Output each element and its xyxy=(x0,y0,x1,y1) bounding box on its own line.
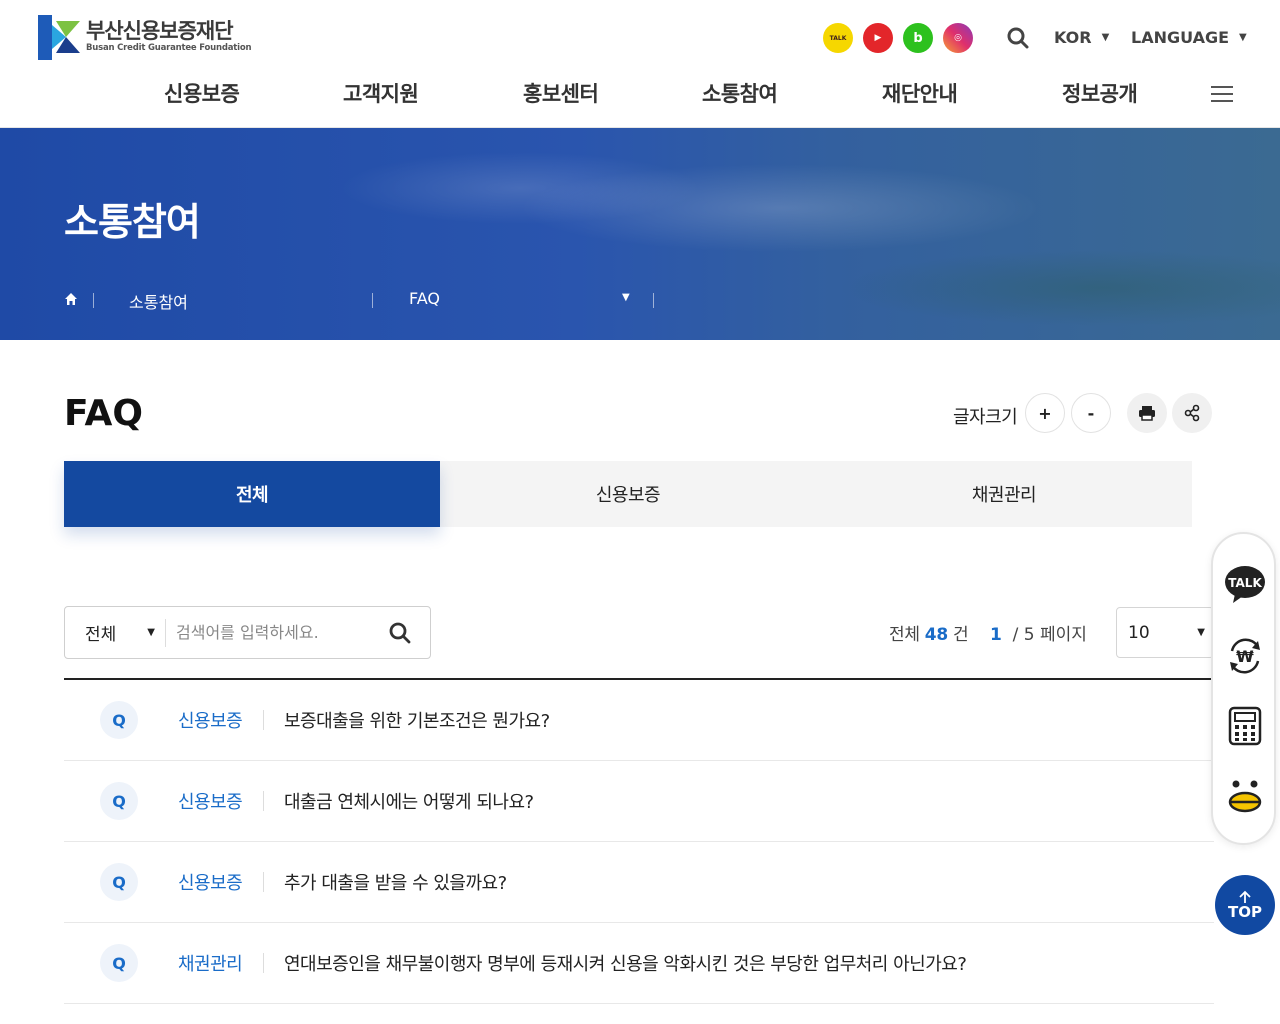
total-count-value: 48 xyxy=(924,625,948,645)
total-count-suffix: 건 xyxy=(952,625,969,645)
faq-category: 신용보증 xyxy=(178,711,243,732)
total-pages: / 5 페이지 xyxy=(1012,625,1087,645)
talk-label: TALK xyxy=(1228,576,1262,590)
svg-text:₩: ₩ xyxy=(1236,647,1254,666)
print-icon xyxy=(1139,406,1155,421)
faq-divider xyxy=(263,953,264,973)
total-count: 전체 48 건 xyxy=(889,620,969,645)
search-input[interactable] xyxy=(176,623,386,642)
breadcrumb-divider xyxy=(93,293,94,308)
page-title: FAQ xyxy=(64,393,143,434)
breadcrumb: 소통참여 FAQ ▼ xyxy=(0,288,1280,312)
search-icon[interactable] xyxy=(1006,26,1030,50)
faq-category: 채권관리 xyxy=(178,954,243,975)
arrow-up-icon xyxy=(1239,890,1251,903)
total-count-prefix: 전체 xyxy=(889,625,920,645)
search-category-select[interactable]: 전체 ▼ xyxy=(65,607,165,658)
nav-item-customer-support[interactable]: 고객지원 xyxy=(343,78,419,108)
per-page-select[interactable]: 10 ▼ xyxy=(1116,607,1214,658)
sns-links: TALK ▶ b ◎ xyxy=(823,23,973,53)
calculator-button[interactable] xyxy=(1223,704,1267,748)
lang-kor-label: KOR xyxy=(1054,28,1092,47)
faq-list: Q 신용보증 보증대출을 위한 기본조건은 뭔가요? Q 신용보증 대출금 연체… xyxy=(64,678,1214,1004)
search-icon[interactable] xyxy=(388,621,412,645)
faq-question[interactable]: 연대보증인을 채무불이행자 명부에 등재시켜 신용을 악화시킨 것은 부당한 업… xyxy=(284,950,967,976)
search-divider xyxy=(165,618,166,647)
home-icon[interactable] xyxy=(64,292,78,306)
calculator-icon xyxy=(1228,706,1262,746)
main-nav: 신용보증 고객지원 홍보센터 소통참여 재단안내 정보공개 xyxy=(0,78,1280,110)
breadcrumb-divider xyxy=(653,293,654,308)
menu-icon[interactable] xyxy=(1211,86,1233,104)
nav-item-credit-guarantee[interactable]: 신용보증 xyxy=(164,78,240,108)
top-label: TOP xyxy=(1228,903,1262,921)
question-badge: Q xyxy=(100,782,138,820)
lang-kor-select[interactable]: KOR ▼ xyxy=(1054,28,1109,47)
language-select[interactable]: LANGUAGE ▼ xyxy=(1131,28,1247,47)
language-label: LANGUAGE xyxy=(1131,28,1230,47)
faq-question[interactable]: 보증대출을 위한 기본조건은 뭔가요? xyxy=(284,707,550,733)
logo-text-en: Busan Credit Guarantee Foundation xyxy=(86,43,252,53)
faq-question[interactable]: 대출금 연체시에는 어떻게 되나요? xyxy=(284,788,534,814)
font-size-decrease-button[interactable]: - xyxy=(1071,393,1111,433)
breadcrumb-divider xyxy=(372,293,373,308)
faq-divider xyxy=(263,791,264,811)
breadcrumb-depth1[interactable]: 소통참여 xyxy=(129,289,188,313)
logo-mark-icon xyxy=(38,15,80,60)
nav-item-communication[interactable]: 소통참여 xyxy=(702,78,778,108)
logo[interactable]: 부산신용보증재단 Busan Credit Guarantee Foundati… xyxy=(38,15,252,60)
faq-category: 신용보증 xyxy=(178,873,243,894)
faq-divider xyxy=(263,872,264,892)
page-info: 1 / 5 페이지 xyxy=(990,620,1087,645)
search-form: 전체 ▼ xyxy=(64,606,431,659)
won-exchange-icon: ₩ xyxy=(1230,638,1260,674)
scroll-top-button[interactable]: TOP xyxy=(1215,875,1275,935)
print-button[interactable] xyxy=(1127,393,1167,433)
band-icon[interactable]: b xyxy=(903,23,933,53)
nav-item-about[interactable]: 재단안내 xyxy=(882,78,958,108)
current-page: 1 xyxy=(990,625,1002,645)
font-size-increase-button[interactable]: + xyxy=(1025,393,1065,433)
tab-bond-management[interactable]: 채권관리 xyxy=(816,461,1192,527)
chevron-down-icon: ▼ xyxy=(1101,32,1110,43)
quick-menu: TALK ₩ xyxy=(1211,532,1276,845)
kakaotalk-icon[interactable]: TALK xyxy=(823,23,853,53)
breadcrumb-depth2[interactable]: FAQ xyxy=(409,289,440,308)
mascot-icon xyxy=(1228,780,1262,813)
faq-question[interactable]: 추가 대출을 받을 수 있을까요? xyxy=(284,869,507,895)
banner-title: 소통참여 xyxy=(64,200,201,244)
mascot-button[interactable] xyxy=(1223,774,1267,818)
instagram-icon[interactable]: ◎ xyxy=(943,23,973,53)
question-badge: Q xyxy=(100,944,138,982)
talk-bubble-icon: TALK xyxy=(1225,566,1265,603)
faq-item[interactable]: Q 채권관리 연대보증인을 채무불이행자 명부에 등재시켜 신용을 악화시킨 것… xyxy=(64,923,1214,1004)
search-category-value: 전체 xyxy=(85,625,117,645)
category-tabs: 전체 신용보증 채권관리 xyxy=(64,461,1192,527)
faq-divider xyxy=(263,710,264,730)
kakao-talk-button[interactable]: TALK xyxy=(1223,562,1267,606)
chevron-down-icon: ▼ xyxy=(1239,32,1247,43)
faq-item[interactable]: Q 신용보증 대출금 연체시에는 어떻게 되나요? xyxy=(64,761,1214,842)
faq-item[interactable]: Q 신용보증 보증대출을 위한 기본조건은 뭔가요? xyxy=(64,680,1214,761)
won-exchange-button[interactable]: ₩ xyxy=(1223,634,1267,678)
chevron-down-icon[interactable]: ▼ xyxy=(622,292,630,303)
per-page-value: 10 xyxy=(1128,623,1150,643)
nav-item-pr-center[interactable]: 홍보센터 xyxy=(523,78,599,108)
youtube-icon[interactable]: ▶ xyxy=(863,23,893,53)
faq-item[interactable]: Q 신용보증 추가 대출을 받을 수 있을까요? xyxy=(64,842,1214,923)
font-size-label: 글자크기 xyxy=(953,407,1018,428)
question-badge: Q xyxy=(100,863,138,901)
chevron-down-icon: ▼ xyxy=(1197,627,1205,638)
site-header: 부산신용보증재단 Busan Credit Guarantee Foundati… xyxy=(0,0,1280,128)
chevron-down-icon: ▼ xyxy=(147,627,155,638)
sub-banner: 소통참여 소통참여 FAQ ▼ xyxy=(0,128,1280,340)
nav-item-disclosure[interactable]: 정보공개 xyxy=(1062,78,1138,108)
faq-category: 신용보증 xyxy=(178,792,243,813)
share-icon xyxy=(1184,404,1200,422)
question-badge: Q xyxy=(100,701,138,739)
logo-text-ko: 부산신용보증재단 xyxy=(86,19,234,43)
tab-all[interactable]: 전체 xyxy=(64,461,440,527)
share-button[interactable] xyxy=(1172,393,1212,433)
tab-credit-guarantee[interactable]: 신용보증 xyxy=(440,461,816,527)
